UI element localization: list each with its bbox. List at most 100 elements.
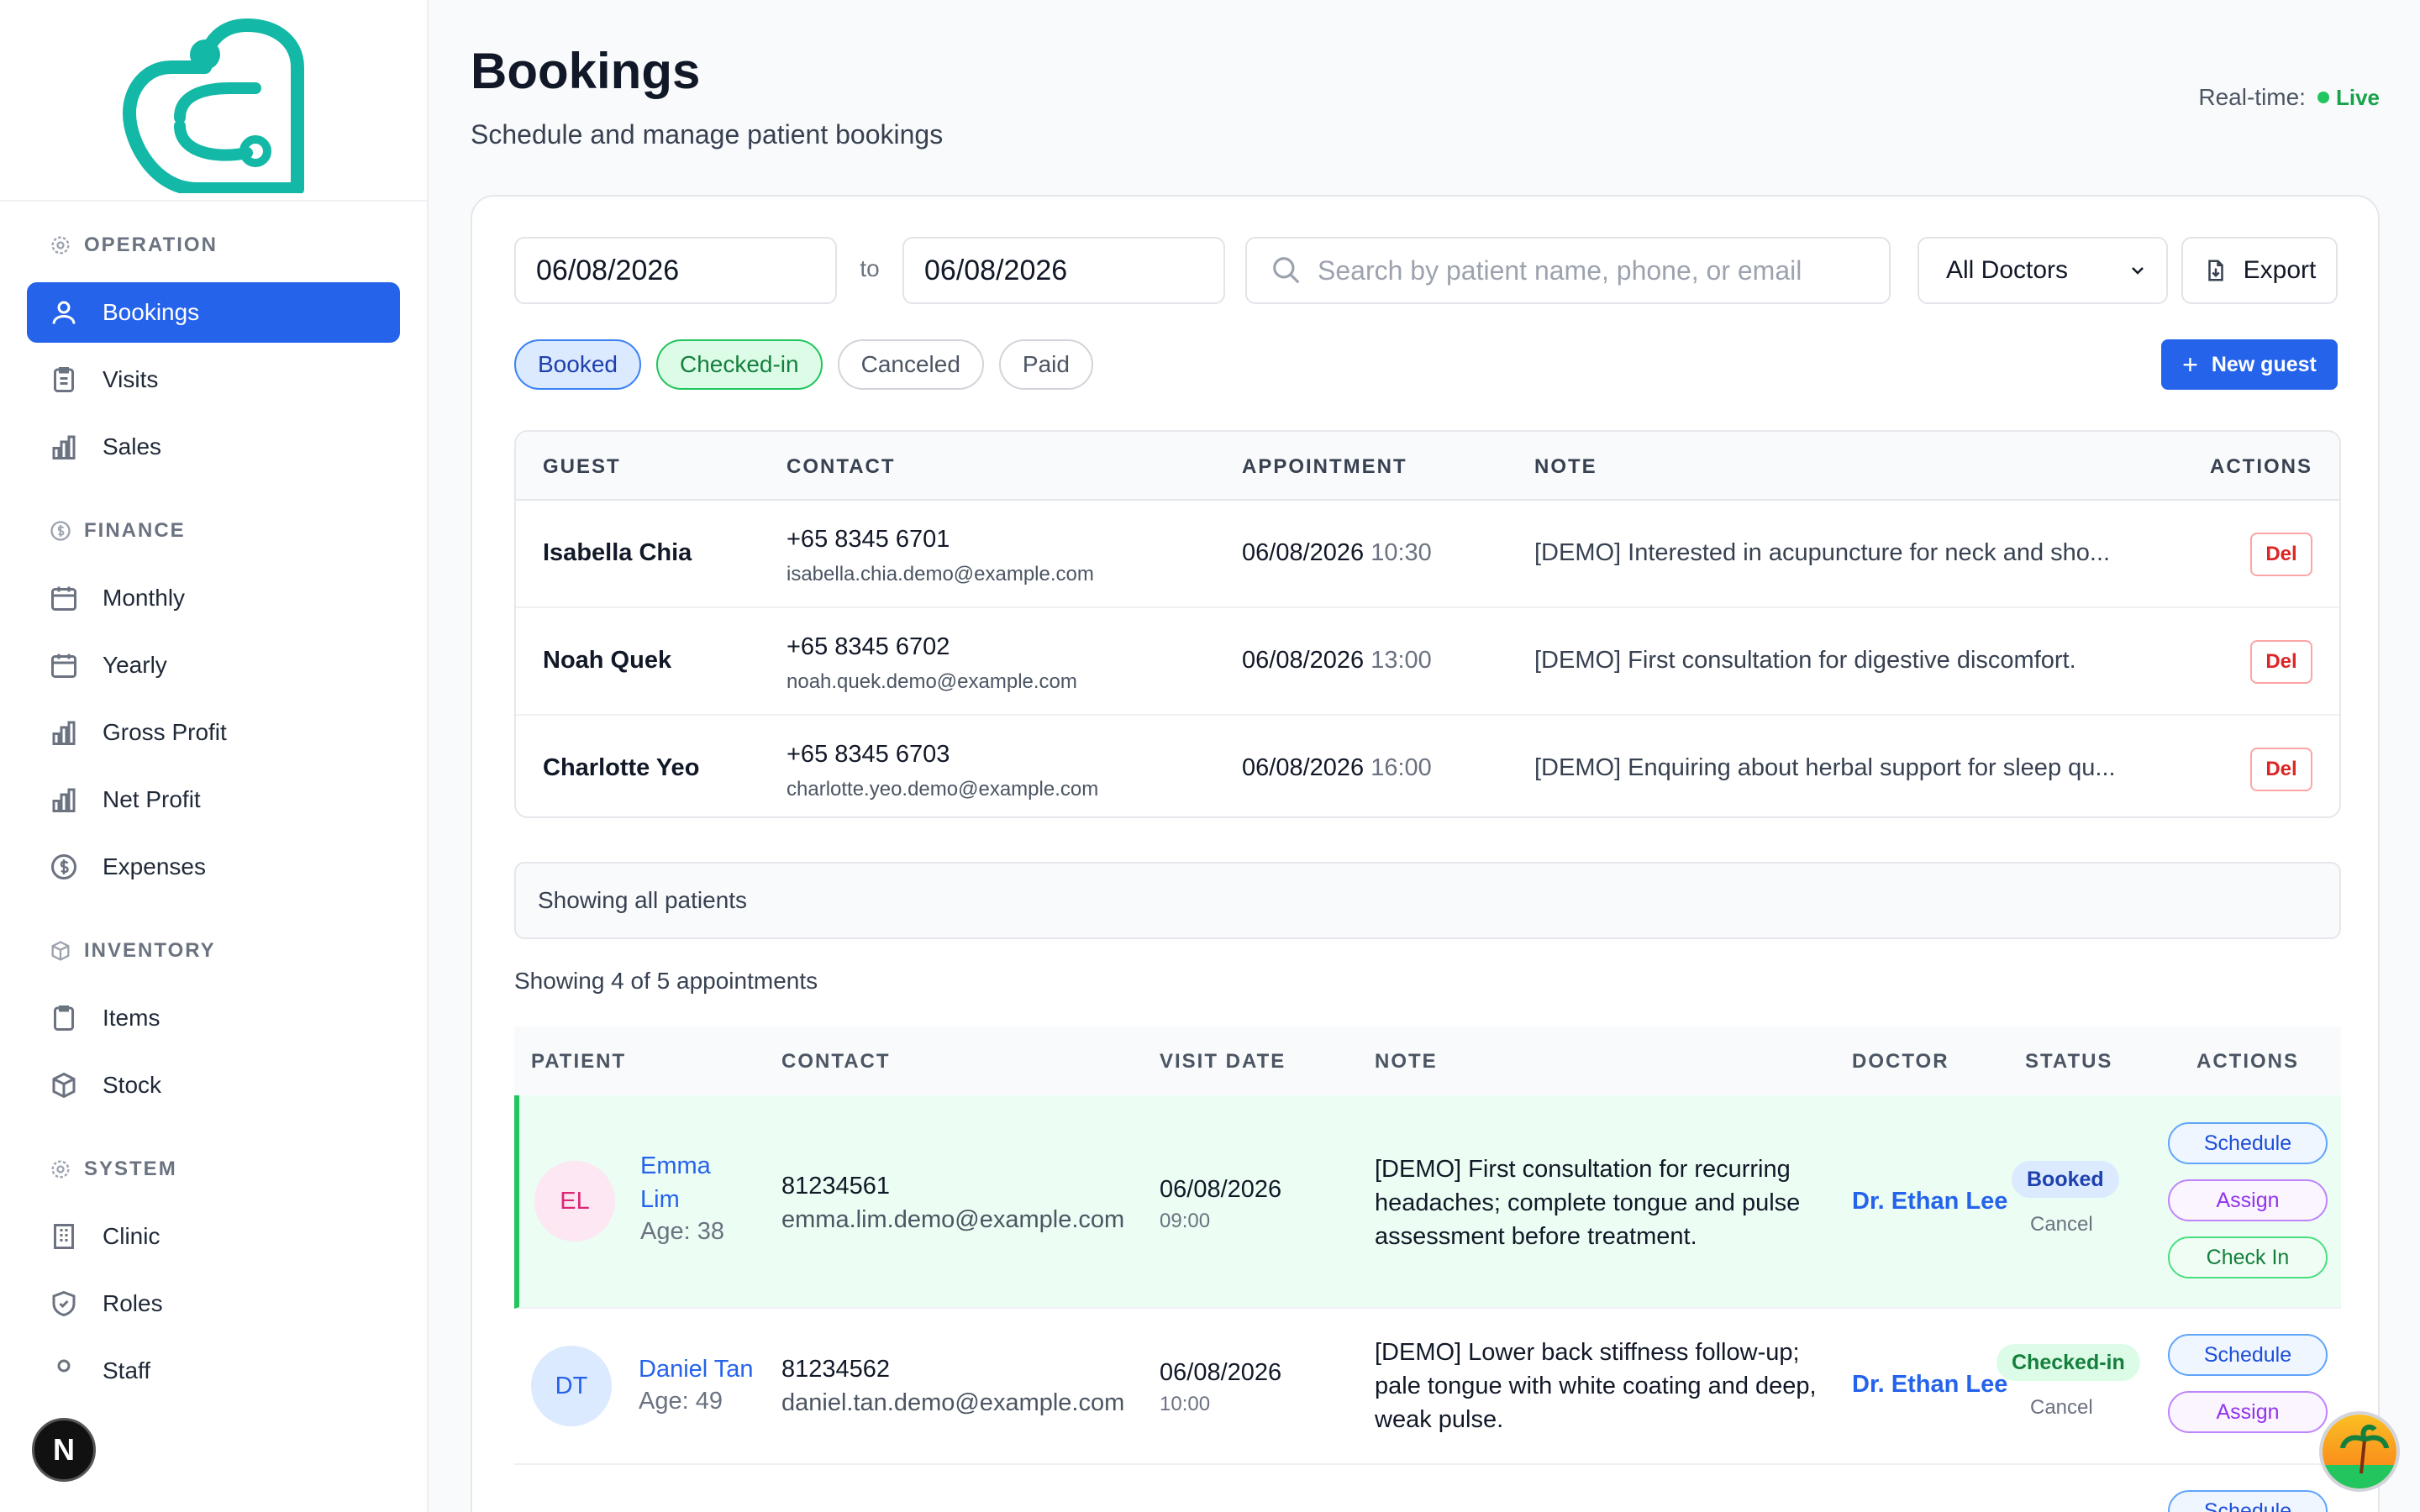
export-button[interactable]: Export (2181, 237, 2338, 304)
page-title: Bookings (471, 43, 701, 99)
assign-button[interactable]: Assign (2168, 1179, 2328, 1221)
column-header-note: NOTE (1534, 455, 1597, 478)
dollar-circle-icon (51, 854, 76, 879)
sidebar-item-staff[interactable]: Staff (27, 1341, 400, 1401)
live-status: Live (2335, 84, 2380, 110)
dollar-circle-icon (50, 521, 71, 541)
assistant-avatar-button[interactable] (2319, 1411, 2400, 1492)
guest-note: [DEMO] Interested in acupuncture for nec… (1534, 539, 2111, 566)
table-row[interactable]: DT Daniel Tan Age: 49 81234562 daniel.ta… (514, 1309, 2341, 1465)
date-to-input[interactable]: 06/08/2026 (902, 237, 1225, 304)
table-row[interactable]: Noah Quek +65 8345 6702 noah.quek.demo@e… (516, 608, 2339, 716)
visit-date: 06/08/2026 (1160, 1359, 1282, 1386)
guest-note: [DEMO] Enquiring about herbal support fo… (1534, 754, 2116, 781)
building-icon (54, 1224, 74, 1249)
sidebar-item-items[interactable]: Items (27, 988, 400, 1048)
clinic-logo[interactable] (0, 0, 427, 202)
sidebar-item-label: Monthly (103, 585, 186, 611)
search-placeholder: Search by patient name, phone, or email (1318, 255, 1802, 286)
showing-all-banner: Showing all patients (514, 862, 2341, 939)
sidebar-item-label: Net Profit (103, 786, 201, 812)
new-guest-button[interactable]: + New guest (2161, 339, 2338, 390)
sidebar-item-expenses[interactable]: Expenses (27, 837, 400, 897)
dev-tools-button[interactable]: N (32, 1418, 96, 1482)
table-row[interactable]: Isabella Chia +65 8345 6701 isabella.chi… (516, 501, 2339, 608)
avatar: EL (534, 1161, 615, 1242)
sidebar-item-label: Sales (103, 433, 162, 459)
check-in-button[interactable]: Check In (2168, 1236, 2328, 1278)
appointment-count: Showing 4 of 5 appointments (514, 968, 818, 994)
delete-button[interactable]: Del (2250, 533, 2312, 576)
realtime-indicator: Real-time: Live (2198, 84, 2380, 111)
guest-name: Charlotte Yeo (543, 754, 700, 781)
appointment-date: 06/08/2026 (1242, 754, 1365, 781)
guest-table-header: GUEST CONTACT APPOINTMENT NOTE ACTIONS (516, 432, 2339, 501)
calendar-icon (51, 586, 76, 611)
plus-icon: + (2182, 349, 2198, 380)
table-row[interactable]: EL Emma Lim Age: 38 81234561 emma.lim.dem… (514, 1095, 2341, 1309)
appointment-time: 13:00 (1370, 647, 1432, 674)
guest-email: isabella.chia.demo@example.com (786, 563, 1094, 585)
doctor-link[interactable]: Dr. Ethan Lee (1852, 1371, 2007, 1399)
section-heading-inventory: INVENTORY (27, 926, 400, 976)
table-row[interactable]: Schedule (514, 1465, 2341, 1512)
sidebar-item-label: Yearly (103, 652, 167, 678)
date-range-separator: to (860, 255, 880, 281)
sidebar-item-sales[interactable]: Sales (27, 417, 400, 477)
column-header-actions: ACTIONS (2210, 455, 2312, 478)
appointment-date: 06/08/2026 (1242, 539, 1365, 566)
appointments-table-header: PATIENT CONTACT VISIT DATE NOTE DOCTOR S… (514, 1026, 2341, 1095)
delete-button[interactable]: Del (2250, 640, 2312, 684)
doctor-link[interactable]: Dr. Ethan Lee (1852, 1188, 2007, 1215)
chevron-down-icon (2132, 267, 2144, 275)
column-header-contact: CONTACT (781, 1050, 891, 1073)
patient-name-first: Emma (640, 1152, 711, 1179)
sidebar-item-clinic[interactable]: Clinic (27, 1206, 400, 1267)
sidebar-item-gross-profit[interactable]: Gross Profit (27, 702, 400, 763)
visit-note: [DEMO] First consultation for recurring … (1375, 1156, 1801, 1250)
nav-section-system: SYSTEM Clinic Roles Staff (0, 1144, 427, 1401)
date-from-input[interactable]: 06/08/2026 (514, 237, 837, 304)
cancel-link[interactable]: Cancel (2030, 1396, 2093, 1420)
sidebar-item-monthly[interactable]: Monthly (27, 568, 400, 628)
page-subtitle: Schedule and manage patient bookings (471, 119, 944, 150)
chip-canceled[interactable]: Canceled (837, 339, 984, 390)
doctor-select[interactable]: All Doctors (1918, 237, 2168, 304)
guest-phone: +65 8345 6701 (786, 526, 950, 553)
assign-button[interactable]: Assign (2168, 1391, 2328, 1433)
sidebar-item-bookings[interactable]: Bookings (27, 282, 400, 343)
sidebar-item-visits[interactable]: Visits (27, 349, 400, 410)
sidebar-item-label: Gross Profit (103, 719, 227, 745)
sidebar-item-yearly[interactable]: Yearly (27, 635, 400, 696)
guest-email: noah.quek.demo@example.com (786, 670, 1077, 693)
table-row[interactable]: Charlotte Yeo +65 8345 6703 charlotte.ye… (516, 716, 2339, 816)
patient-name-link[interactable]: Daniel Tan (639, 1352, 754, 1386)
sidebar-item-label: Visits (103, 366, 159, 392)
nav-section-inventory: INVENTORY Items Stock (0, 926, 427, 1116)
chip-checked-in[interactable]: Checked-in (655, 339, 823, 390)
box-icon (52, 1072, 76, 1099)
schedule-button[interactable]: Schedule (2168, 1490, 2328, 1512)
sidebar-item-label: Bookings (103, 299, 200, 325)
island-avatar-icon (2323, 1415, 2396, 1488)
sidebar-item-stock[interactable]: Stock (27, 1055, 400, 1116)
chip-paid[interactable]: Paid (998, 339, 1093, 390)
sidebar-item-roles[interactable]: Roles (27, 1273, 400, 1334)
chip-booked[interactable]: Booked (514, 339, 641, 390)
patient-info: Daniel Tan Age: 49 (639, 1352, 754, 1415)
column-header-status: STATUS (2025, 1050, 2113, 1073)
heart-logo-icon (123, 18, 304, 193)
search-input[interactable]: Search by patient name, phone, or email (1245, 237, 1891, 304)
patient-phone: 81234561 (781, 1173, 891, 1200)
column-header-appointment: APPOINTMENT (1242, 455, 1407, 478)
sidebar-item-net-profit[interactable]: Net Profit (27, 769, 400, 830)
patient-name-link[interactable]: Emma Lim (640, 1149, 724, 1216)
delete-button[interactable]: Del (2250, 748, 2312, 791)
shield-icon (52, 1290, 76, 1317)
schedule-button[interactable]: Schedule (2168, 1122, 2328, 1164)
sidebar: OPERATION Bookings Visits Sales FINANCE … (0, 0, 429, 1512)
cancel-link[interactable]: Cancel (2030, 1213, 2093, 1236)
patient-phone: 81234562 (781, 1356, 891, 1383)
bar-chart-icon (52, 788, 76, 812)
schedule-button[interactable]: Schedule (2168, 1334, 2328, 1376)
